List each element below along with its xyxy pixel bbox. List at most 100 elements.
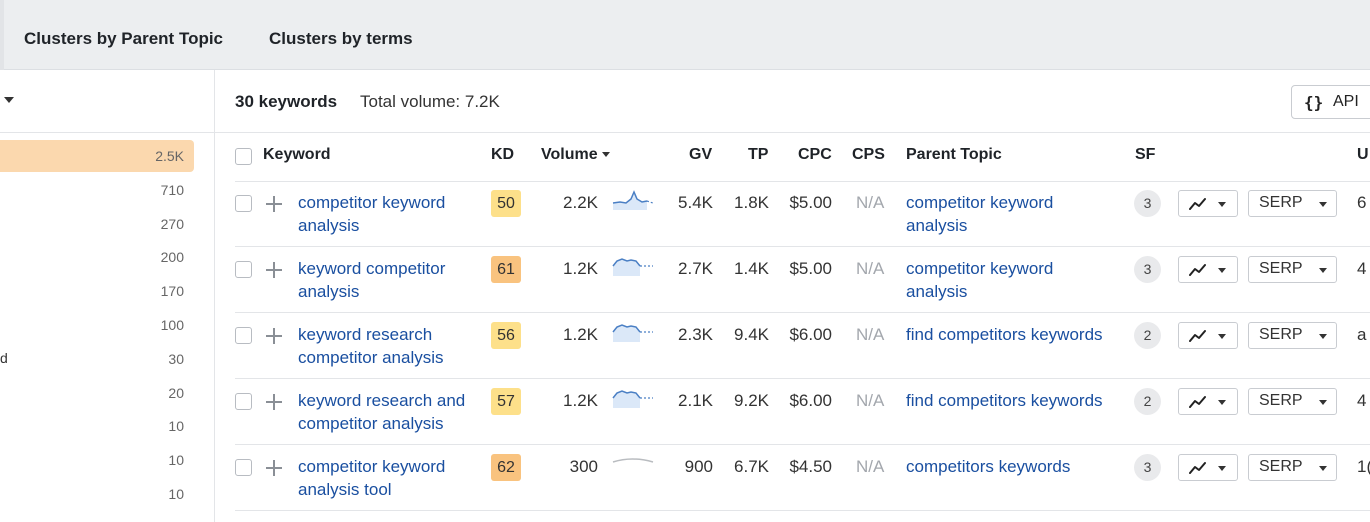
serp-features-count[interactable]: 2 bbox=[1134, 322, 1161, 349]
serp-dropdown-button[interactable]: SERP bbox=[1248, 454, 1337, 481]
api-button[interactable]: {} API bbox=[1291, 85, 1370, 119]
gv-value: 2.3K bbox=[678, 325, 713, 344]
sidebar-cluster-row[interactable]: 100 bbox=[0, 309, 194, 341]
api-braces-icon: {} bbox=[1304, 93, 1324, 112]
position-history-button[interactable] bbox=[1178, 454, 1238, 481]
kd-badge: 56 bbox=[491, 322, 521, 349]
tp-value: 9.2K bbox=[734, 391, 769, 410]
api-button-label: API bbox=[1333, 93, 1359, 110]
total-volume: Total volume: 7.2K bbox=[360, 92, 500, 111]
sidebar-cluster-row[interactable]: 170 bbox=[0, 275, 194, 307]
add-to-list-plus-icon[interactable] bbox=[266, 262, 282, 278]
keyword-link[interactable]: keyword competitor analysis bbox=[298, 257, 483, 303]
keyword-link[interactable]: keyword research and competitor analysis bbox=[298, 389, 483, 435]
position-history-button[interactable] bbox=[1178, 388, 1238, 415]
parent-topic-line: competitor keyword bbox=[906, 193, 1054, 212]
column-header-keyword[interactable]: Keyword bbox=[263, 146, 331, 164]
u-value: a bbox=[1357, 325, 1367, 344]
parent-topic-link[interactable]: competitors keywords bbox=[906, 455, 1131, 478]
parent-topic-line: competitors keywords bbox=[906, 457, 1071, 476]
tp-value: 1.8K bbox=[734, 193, 769, 212]
position-history-button[interactable] bbox=[1178, 190, 1238, 217]
serp-features-count[interactable]: 3 bbox=[1134, 256, 1161, 283]
column-header-u[interactable]: U bbox=[1357, 146, 1369, 164]
sidebar-cluster-row[interactable]: 270 bbox=[0, 208, 194, 240]
sidebar-cluster-volume: 10 bbox=[168, 486, 184, 502]
column-header-kd[interactable]: KD bbox=[491, 146, 514, 164]
sidebar-cluster-volume: 200 bbox=[160, 249, 184, 265]
keyword-link[interactable]: competitor keyword analysis tool bbox=[298, 455, 483, 501]
u-value: 4 bbox=[1357, 391, 1367, 410]
select-all-checkbox[interactable] bbox=[235, 148, 252, 165]
row-checkbox[interactable] bbox=[235, 327, 252, 344]
tab-clusters-by-terms[interactable]: Clusters by terms bbox=[269, 29, 413, 49]
parent-topic-link[interactable]: competitor keyword analysis bbox=[906, 257, 1131, 303]
column-header-parent-topic[interactable]: Parent Topic bbox=[906, 146, 1002, 164]
sidebar-cluster-row[interactable]: 20 bbox=[0, 377, 194, 409]
serp-features-count[interactable]: 3 bbox=[1134, 190, 1161, 217]
chevron-down-icon bbox=[1319, 268, 1327, 273]
parent-topic-line: analysis bbox=[906, 282, 968, 301]
column-header-gv[interactable]: GV bbox=[689, 146, 712, 164]
row-divider bbox=[235, 510, 1370, 511]
header-divider bbox=[235, 181, 1370, 182]
column-header-cpc[interactable]: CPC bbox=[798, 146, 832, 164]
serp-features-count[interactable]: 3 bbox=[1134, 454, 1161, 481]
add-to-list-plus-icon[interactable] bbox=[266, 394, 282, 410]
chevron-down-icon bbox=[1218, 202, 1226, 207]
cpc-value: $6.00 bbox=[789, 391, 832, 410]
add-to-list-plus-icon[interactable] bbox=[266, 328, 282, 344]
chevron-down-icon bbox=[1218, 400, 1226, 405]
column-header-cps[interactable]: CPS bbox=[852, 146, 885, 164]
position-history-button[interactable] bbox=[1178, 256, 1238, 283]
sidebar-cluster-row[interactable]: 200 bbox=[0, 241, 194, 273]
column-header-sf[interactable]: SF bbox=[1135, 146, 1155, 164]
parent-topic-line: find competitors keywords bbox=[906, 391, 1103, 410]
parent-topic-link[interactable]: find competitors keywords bbox=[906, 389, 1131, 412]
row-checkbox[interactable] bbox=[235, 393, 252, 410]
u-value: 1( bbox=[1357, 457, 1370, 476]
results-header: 30 keywords Total volume: 7.2K {} API bbox=[215, 70, 1370, 133]
sort-dropdown-caret-icon[interactable] bbox=[4, 97, 14, 103]
serp-button-label: SERP bbox=[1259, 326, 1303, 343]
sidebar-cluster-label: d bbox=[0, 350, 8, 366]
serp-dropdown-button[interactable]: SERP bbox=[1248, 256, 1337, 283]
sidebar-cluster-row[interactable]: d 30 bbox=[0, 343, 194, 375]
column-header-volume[interactable]: Volume bbox=[541, 146, 610, 164]
gv-value: 2.7K bbox=[678, 259, 713, 278]
row-checkbox[interactable] bbox=[235, 459, 252, 476]
keyword-link[interactable]: keyword research competitor analysis bbox=[298, 323, 483, 369]
add-to-list-plus-icon[interactable] bbox=[266, 196, 282, 212]
tp-value: 9.4K bbox=[734, 325, 769, 344]
row-checkbox[interactable] bbox=[235, 261, 252, 278]
trend-line-icon bbox=[1189, 396, 1206, 408]
serp-dropdown-button[interactable]: SERP bbox=[1248, 388, 1337, 415]
trend-line-icon bbox=[1189, 462, 1206, 474]
keyword-link[interactable]: competitor keyword analysis bbox=[298, 191, 483, 237]
serp-features-count[interactable]: 2 bbox=[1134, 388, 1161, 415]
sidebar-cluster-row[interactable]: 710 bbox=[0, 174, 194, 206]
cluster-tab-bar: Clusters by Parent Topic Clusters by ter… bbox=[0, 0, 1370, 70]
row-checkbox[interactable] bbox=[235, 195, 252, 212]
serp-dropdown-button[interactable]: SERP bbox=[1248, 190, 1337, 217]
sidebar-cluster-volume: 30 bbox=[168, 351, 184, 367]
parent-topic-link[interactable]: find competitors keywords bbox=[906, 323, 1131, 346]
chevron-down-icon bbox=[1319, 466, 1327, 471]
cpc-value: $5.00 bbox=[789, 193, 832, 212]
parent-topic-line: analysis bbox=[906, 216, 968, 235]
add-to-list-plus-icon[interactable] bbox=[266, 460, 282, 476]
sidebar-cluster-row[interactable]: 10 bbox=[0, 444, 194, 476]
row-divider bbox=[235, 312, 1370, 313]
volume-value: 1.2K bbox=[563, 391, 598, 410]
parent-topic-link[interactable]: competitor keyword analysis bbox=[906, 191, 1131, 237]
volume-value: 1.2K bbox=[563, 259, 598, 278]
sidebar-header bbox=[0, 70, 214, 133]
sidebar-cluster-row[interactable]: 10 bbox=[0, 478, 194, 510]
sidebar-cluster-row[interactable]: 10 bbox=[0, 410, 194, 442]
sidebar-cluster-row[interactable]: 2.5K bbox=[0, 140, 194, 172]
position-history-button[interactable] bbox=[1178, 322, 1238, 349]
serp-dropdown-button[interactable]: SERP bbox=[1248, 322, 1337, 349]
trend-line-icon bbox=[1189, 330, 1206, 342]
column-header-tp[interactable]: TP bbox=[748, 146, 768, 164]
tab-clusters-by-parent-topic[interactable]: Clusters by Parent Topic bbox=[24, 29, 223, 49]
